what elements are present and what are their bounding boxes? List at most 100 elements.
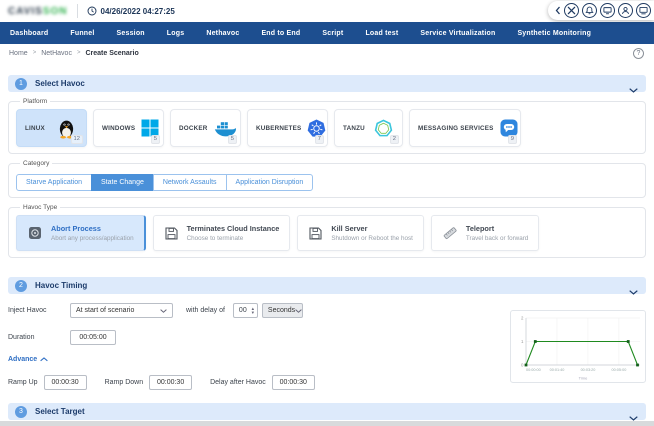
havoc-card-subtitle: Shutdown or Reboot the host	[331, 235, 413, 242]
havoc-timing-chart-panel: 0 1 2 00:00:00 00:01:40 00:03:20 00:05:00 Time	[510, 310, 646, 383]
platform-card-linux[interactable]: LINUX 12	[16, 109, 87, 147]
duration-label: Duration	[8, 334, 35, 341]
breadcrumb-current-page: Create Scenario	[85, 49, 139, 57]
logo-text: CAVIS	[8, 5, 43, 17]
havoc-card-subtitle: Abort any process/application	[51, 235, 134, 242]
svg-text:00:05:00: 00:05:00	[612, 368, 627, 372]
chevron-down-icon	[295, 308, 302, 313]
nav-item-load-test[interactable]: Load test	[354, 30, 409, 37]
havoc-card-terminates-cloud-instance[interactable]: Terminates Cloud Instance Choose to term…	[152, 215, 291, 251]
collapse-section-1-chevron-icon[interactable]	[629, 80, 638, 98]
havoc-card-title: Kill Server	[331, 224, 368, 233]
collapse-tray-chevron-icon[interactable]	[555, 6, 561, 15]
platform-card-messaging-services[interactable]: MESSAGING SERVICES 9	[409, 109, 521, 147]
platform-card-windows[interactable]: WINDOWS 5	[93, 109, 164, 147]
havoc-count-badge: 5	[227, 135, 237, 144]
delay-unit-select[interactable]: Seconds	[261, 303, 303, 318]
section-title: Select Havoc	[35, 79, 85, 88]
delay-value-stepper[interactable]: 00 ▲ ▼	[232, 303, 258, 318]
platform-card-kubernetes[interactable]: KUBERNETES 7	[247, 109, 328, 147]
duration-input[interactable]	[70, 330, 116, 345]
screen-share-icon[interactable]	[600, 3, 615, 18]
havoc-card-subtitle: Travel back or forward	[465, 235, 529, 242]
nav-item-logs[interactable]: Logs	[156, 30, 196, 37]
nav-item-service-virtualization[interactable]: Service Virtualization	[409, 30, 506, 37]
main-nav: Dashboard Funnel Session Logs Nethavoc E…	[0, 22, 654, 44]
nav-item-funnel[interactable]: Funnel	[59, 30, 105, 37]
create-scenario-page: CAVIS SON 04/26/2022 04:27:25 Dashboard …	[0, 0, 654, 426]
havoc-card-teleport[interactable]: Teleport Travel back or forward	[430, 215, 540, 251]
svg-text:1: 1	[521, 339, 524, 344]
content: 1 Select Havoc Platform LINUX 12 WINDOWS…	[0, 75, 654, 421]
with-delay-of-label: with delay of	[186, 307, 225, 314]
platform-cards: LINUX 12 WINDOWS 5 DOCKER 5 KUBERNETES 7…	[16, 109, 638, 147]
ramp-up-label: Ramp Up	[8, 379, 38, 386]
platform-card-tanzu[interactable]: TANZU 2	[334, 109, 403, 147]
category-fieldset: Category Starve Application State Change…	[8, 160, 646, 198]
breadcrumb-home[interactable]: Home	[9, 50, 28, 57]
chevron-up-icon	[40, 357, 48, 362]
section-select-havoc-header[interactable]: 1 Select Havoc	[8, 75, 646, 93]
step-1-badge: 1	[15, 77, 27, 90]
delay-after-havoc-label: Delay after Havoc	[210, 379, 266, 386]
platform-fieldset: Platform LINUX 12 WINDOWS 5 DOCKER 5 KUB…	[8, 98, 646, 154]
tab-application-disruption[interactable]: Application Disruption	[225, 174, 314, 191]
section-title: Havoc Timing	[35, 281, 88, 290]
collapse-section-2-chevron-icon[interactable]	[629, 282, 638, 300]
user-icon[interactable]	[618, 3, 633, 18]
ramp-down-input[interactable]	[149, 375, 193, 390]
svg-text:00:03:20: 00:03:20	[581, 368, 596, 372]
tab-starve-application[interactable]: Starve Application	[16, 174, 93, 191]
svg-text:Time: Time	[579, 376, 589, 381]
step-2-badge: 2	[15, 279, 27, 292]
svg-text:0: 0	[521, 363, 524, 368]
havoc-card-subtitle: Choose to terminate	[186, 235, 244, 242]
stepper-arrows-icon[interactable]: ▲ ▼	[251, 306, 255, 314]
nav-item-dashboard[interactable]: Dashboard	[8, 30, 59, 37]
advance-toggle[interactable]: Advance	[8, 356, 48, 363]
floppy-disk-icon	[165, 226, 178, 240]
inject-havoc-label: Inject Havoc	[8, 307, 47, 314]
monitor-icon[interactable]	[636, 3, 651, 18]
section-select-target-header[interactable]: 3 Select Target	[8, 403, 646, 421]
havoc-card-title: Terminates Cloud Instance	[186, 224, 280, 233]
help-icon[interactable]: ?	[633, 48, 644, 59]
platform-card-docker[interactable]: DOCKER 5	[170, 109, 241, 147]
breadcrumb-nethavoc[interactable]: NetHavoc	[41, 50, 72, 57]
havoc-card-abort-process[interactable]: Abort Process Abort any process/applicat…	[16, 215, 146, 251]
ramp-down-label: Ramp Down	[104, 379, 144, 386]
chevron-down-icon	[160, 308, 167, 313]
docker-whale-icon	[214, 121, 236, 136]
havoc-type-fieldset: Havoc Type Abort Process Abort any proce…	[8, 204, 646, 258]
floppy-disk-icon	[309, 226, 322, 240]
havoc-count-badge: 12	[70, 135, 83, 144]
tab-state-change[interactable]: State Change	[91, 174, 154, 191]
havoc-card-title: Abort Process	[51, 224, 101, 233]
havoc-type-legend: Havoc Type	[23, 204, 58, 211]
nav-item-synthetic-monitoring[interactable]: Synthetic Monitoring	[506, 30, 602, 37]
svg-text:00:00:00: 00:00:00	[526, 368, 541, 372]
breadcrumb: Home > NetHavoc > Create Scenario ?	[0, 44, 654, 62]
nav-item-end-to-end[interactable]: End to End	[250, 30, 311, 37]
nav-item-session[interactable]: Session	[106, 30, 156, 37]
tools-icon[interactable]	[564, 3, 579, 18]
ramp-up-input[interactable]	[43, 375, 87, 390]
section-title: Select Target	[35, 407, 85, 416]
havoc-count-badge: 5	[150, 135, 160, 144]
notifications-bell-icon[interactable]	[582, 3, 597, 18]
havoc-card-kill-server[interactable]: Kill Server Shutdown or Reboot the host	[297, 215, 424, 251]
delay-after-havoc-input[interactable]	[271, 375, 315, 390]
platform-legend: Platform	[23, 98, 48, 105]
topbar-icon-tray	[548, 1, 654, 20]
category-tabs: Starve Application State Change Network …	[16, 174, 314, 191]
nav-item-script[interactable]: Script	[311, 30, 354, 37]
tab-network-assaults[interactable]: Network Assaults	[152, 174, 227, 191]
inject-havoc-select[interactable]: At start of scenario	[70, 303, 173, 318]
nav-item-nethavoc[interactable]: Nethavoc	[195, 30, 250, 37]
havoc-count-badge: 9	[507, 135, 517, 144]
havoc-count-badge: 7	[314, 135, 324, 144]
top-bar: CAVIS SON 04/26/2022 04:27:25	[0, 0, 654, 22]
havoc-count-badge: 2	[389, 135, 399, 144]
havoc-type-cards: Abort Process Abort any process/applicat…	[16, 215, 638, 251]
section-havoc-timing-header[interactable]: 2 Havoc Timing	[8, 277, 646, 295]
